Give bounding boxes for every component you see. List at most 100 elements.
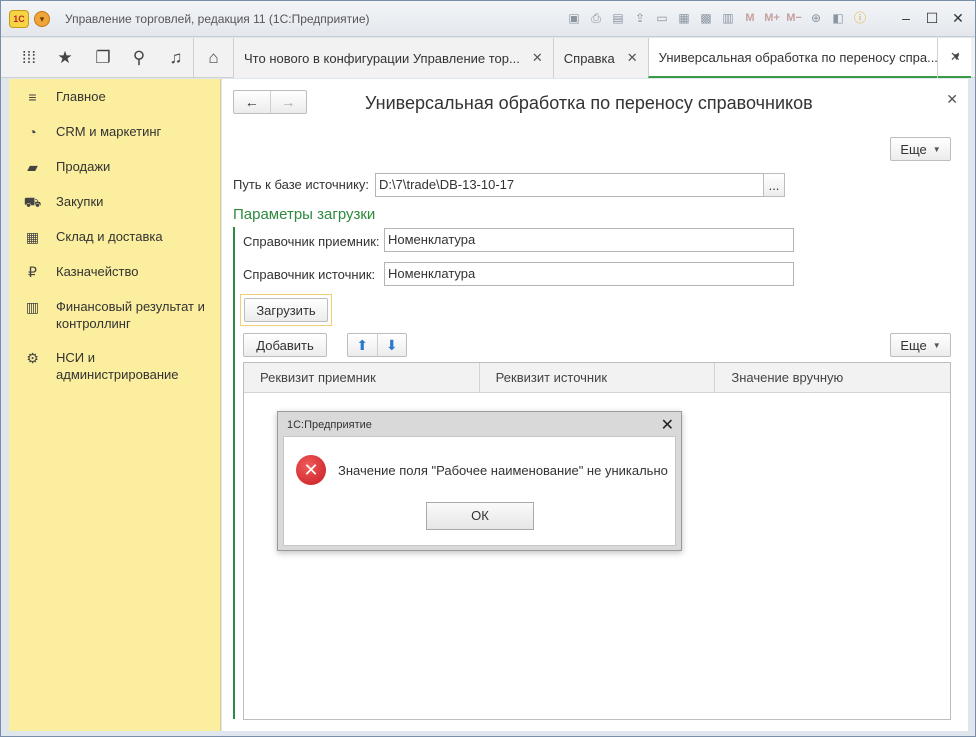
minimize-icon[interactable]: –	[897, 9, 915, 27]
source-label: Справочник источник:	[243, 267, 376, 282]
tab-strip: Что нового в конфигурации Управление тор…	[233, 38, 971, 78]
home-icon[interactable]: ⌂	[193, 38, 233, 78]
column-header[interactable]: Реквизит приемник	[244, 363, 480, 392]
maximize-icon[interactable]: ☐	[923, 9, 941, 27]
shopping-bag-icon: ▰	[27, 159, 38, 175]
sidebar-item-label: НСИ и администрирование	[56, 350, 179, 382]
source-path-label: Путь к базе источнику:	[233, 177, 370, 192]
history-icon[interactable]: ❐	[83, 38, 123, 78]
dialog-title: 1С:Предприятие	[287, 419, 372, 431]
move-down-icon[interactable]: ⬇	[376, 334, 407, 356]
form-area: ← → Универсальная обработка по переносу …	[222, 79, 968, 731]
error-message: Значение поля "Рабочее наименование" не …	[338, 463, 668, 478]
sidebar-item-warehouse[interactable]: ▦ Склад и доставка	[9, 228, 221, 246]
search-icon[interactable]: ⚲	[119, 38, 159, 78]
column-header[interactable]: Реквизит источник	[480, 363, 716, 392]
ruble-icon: ₽	[28, 264, 37, 280]
page-title: Универсальная обработка по переносу спра…	[365, 93, 813, 113]
calculator-icon[interactable]: ▥	[719, 9, 737, 27]
add-button[interactable]: Добавить	[243, 333, 327, 357]
receiver-input[interactable]: Номенклатура	[384, 228, 794, 252]
sidebar: ≡ Главное ◔ CRM и маркетинг ▰ Продажи ⛟ …	[9, 79, 221, 731]
link-icon[interactable]: ⇪	[631, 9, 649, 27]
column-header[interactable]: Значение вручную	[715, 363, 950, 392]
back-arrow-icon[interactable]: ←	[234, 91, 270, 113]
main-menu-icon[interactable]: ▾	[34, 11, 50, 27]
app-logo-icon[interactable]: 1С	[9, 10, 29, 28]
close-window-icon[interactable]: ✕	[949, 9, 967, 27]
star-icon[interactable]: ★	[45, 38, 85, 78]
close-icon[interactable]: ✕	[532, 50, 543, 66]
source-path-input[interactable]: D:\7\trade\DB-13-10-17	[375, 173, 764, 197]
error-icon: ✕	[296, 455, 326, 485]
sidebar-item-label: Финансовый результат и контроллинг	[56, 299, 205, 331]
preview-icon[interactable]: ▤	[609, 9, 627, 27]
bell-icon[interactable]: ♫	[156, 38, 196, 78]
sidebar-item-label: CRM и маркетинг	[56, 124, 162, 139]
apps-icon[interactable]: ⁞⁞⁞	[9, 38, 49, 78]
sidebar-item-label: Закупки	[56, 194, 104, 209]
section-title: Параметры загрузки	[233, 206, 376, 223]
sidebar-item-sales[interactable]: ▰ Продажи	[9, 158, 221, 176]
load-button[interactable]: Загрузить	[244, 298, 328, 322]
gear-icon: ⚙	[26, 350, 39, 366]
sidebar-item-main[interactable]: ≡ Главное	[9, 88, 221, 106]
source-input[interactable]: Номенклатура	[384, 262, 794, 286]
table-header: Реквизит приемник Реквизит источник Знач…	[244, 363, 950, 393]
tabs-dropdown-icon[interactable]: ▼	[937, 38, 975, 78]
warehouse-icon: ▦	[25, 229, 40, 245]
ok-button[interactable]: ОК	[426, 502, 534, 530]
error-dialog: 1С:Предприятие ✕ ✕ Значение поля "Рабоче…	[277, 411, 682, 551]
tab-universal-processing[interactable]: Универсальная обработка по переносу спра…	[647, 38, 971, 78]
sidebar-item-admin[interactable]: ⚙ НСИ и администрирование	[9, 349, 221, 383]
nav-row: ⁞⁞⁞ ★ ❐ ⚲ ♫ ⌂ Что нового в конфигурации …	[1, 38, 975, 78]
zoom-icon[interactable]: ⊕	[807, 9, 825, 27]
memory-mminus-icon[interactable]: M−	[785, 9, 803, 27]
sidebar-item-purchases[interactable]: ⛟ Закупки	[9, 193, 221, 211]
sidebar-item-treasury[interactable]: ₽ Казначейство	[9, 263, 221, 281]
caret-down-icon: ▼	[932, 340, 941, 350]
tab-whats-new[interactable]: Что нового в конфигурации Управление тор…	[233, 38, 553, 78]
more-button-table[interactable]: Еще ▼	[890, 333, 951, 357]
close-icon[interactable]: ✕	[661, 415, 674, 435]
menu-lines-icon: ≡	[28, 89, 37, 105]
dialog-body: ✕ Значение поля "Рабочее наименование" н…	[283, 436, 676, 546]
sidebar-item-crm[interactable]: ◔ CRM и маркетинг	[9, 123, 221, 141]
title-bar: 1С ▾ Управление торговлей, редакция 11 (…	[1, 1, 975, 37]
copy-icon[interactable]: ▭	[653, 9, 671, 27]
calendar-icon[interactable]: ▩	[697, 9, 715, 27]
browse-button[interactable]: ...	[763, 173, 785, 197]
window-title: Управление торговлей, редакция 11 (1С:Пр…	[65, 12, 370, 26]
close-icon[interactable]: ✕	[627, 50, 638, 66]
sidebar-item-label: Главное	[56, 89, 106, 104]
forward-arrow-icon[interactable]: →	[269, 91, 307, 113]
print-icon[interactable]: ⎙	[587, 9, 605, 27]
caret-down-icon: ▼	[932, 144, 941, 154]
table-icon[interactable]: ▦	[675, 9, 693, 27]
sidebar-item-label: Склад и доставка	[56, 229, 163, 244]
tab-label: Справка	[563, 50, 615, 66]
save-icon[interactable]: ▣	[565, 9, 583, 27]
title-toolbar: ▣ ⎙ ▤ ⇪ ▭ ▦ ▩ ▥ M M+ M− ⊕ ◧ ⓘ	[565, 9, 869, 27]
section-accent-bar	[233, 227, 235, 719]
memory-mplus-icon[interactable]: M+	[763, 9, 781, 27]
window-controls: – ☐ ✕	[897, 9, 967, 27]
memory-m-icon[interactable]: M	[741, 9, 759, 27]
tab-label: Универсальная обработка по переносу спра…	[658, 49, 938, 65]
move-buttons: ⬆ ⬇	[347, 333, 407, 357]
app-window: 1С ▾ Управление торговлей, редакция 11 (…	[0, 0, 976, 737]
tab-label: Что нового в конфигурации Управление тор…	[244, 50, 520, 66]
sidebar-item-finance[interactable]: ▥ Финансовый результат и контроллинг	[9, 298, 221, 332]
bar-chart-icon: ▥	[25, 299, 40, 315]
more-button[interactable]: Еще ▼	[890, 137, 951, 161]
cart-icon: ⛟	[23, 194, 42, 210]
move-up-icon[interactable]: ⬆	[348, 334, 377, 356]
info-icon[interactable]: ⓘ	[851, 9, 869, 27]
receiver-label: Справочник приемник:	[243, 234, 380, 249]
tab-help[interactable]: Справка ✕	[552, 38, 648, 78]
more-label: Еще	[900, 337, 927, 353]
pie-chart-icon: ◔	[28, 124, 37, 140]
sidebar-item-label: Продажи	[56, 159, 111, 174]
close-icon[interactable]: ✕	[946, 91, 958, 108]
panels-icon[interactable]: ◧	[829, 9, 847, 27]
